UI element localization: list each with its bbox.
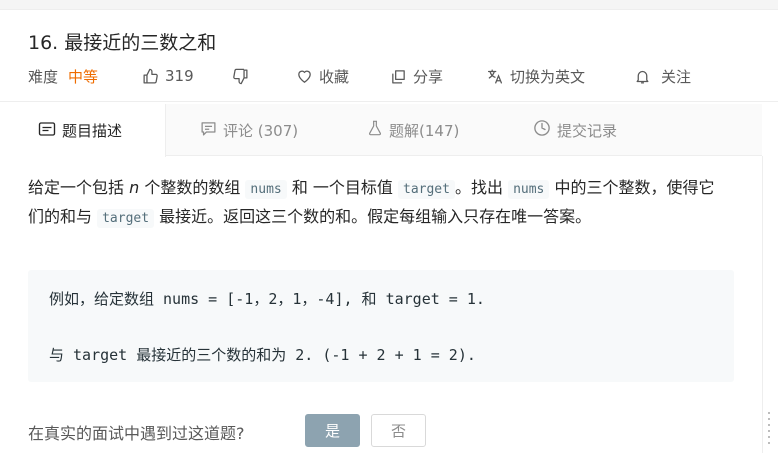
dislike-button[interactable] [232,65,249,87]
flask-icon [367,119,383,141]
example-line: 与 target 最接近的三个数的和为 2. (-1 + 2 + 1 = 2). [49,346,476,364]
desc-var-n: n [129,178,140,197]
switch-language-button[interactable]: 切换为英文 [486,65,585,87]
like-count: 319 [165,67,194,85]
thumbs-down-icon [232,68,249,85]
desc-text: 个整数的数组 [139,178,246,197]
comment-icon [200,120,217,141]
difficulty-value: 中等 [68,67,99,86]
interview-question: 在真实的面试中遇到过这道题? [28,424,245,443]
tab-solutions-label: 题解(147) [389,121,460,140]
favorite-button[interactable]: 收藏 [296,65,349,87]
tab-description-label: 题目描述 [62,122,123,140]
follow-button[interactable]: 关注 [634,65,691,87]
resize-handle[interactable] [768,412,771,452]
translate-icon [486,68,504,85]
share-icon [390,68,407,85]
inline-code: nums [508,180,550,199]
tab-comments-label: 评论 (307) [223,121,299,140]
tab-description[interactable]: 题目描述 [0,104,166,157]
tab-comments[interactable]: 评论 (307) [200,104,298,156]
inline-code: nums [245,180,287,199]
problem-title: 16. 最接近的三数之和 [28,32,217,54]
tab-submissions[interactable]: 提交记录 [533,104,617,156]
inline-code: target [398,180,455,199]
no-button[interactable]: 否 [371,414,426,447]
share-label: 分享 [413,67,444,86]
problem-description: 给定一个包括 n 个整数的数组 nums 和 一个目标值 target 。找出 n… [28,174,728,232]
problem-tabs: 题目描述 评论 (307) 题解(147) 提交记录 [0,104,762,157]
thumbs-up-icon [142,68,159,85]
tab-submissions-label: 提交记录 [557,121,618,140]
problem-content: 给定一个包括 n 个整数的数组 nums 和 一个目标值 target 。找出 n… [0,157,762,453]
problem-header: 16. 最接近的三数之和 难度 中等 319 收藏 分享 切换为英文 关注 [0,10,778,102]
bell-icon [634,68,651,85]
desc-text: 。找出 [454,178,509,197]
difficulty-label: 难度 [28,67,59,86]
desc-text: 和 一个目标值 [286,178,398,197]
example-line: 例如，给定数组 nums = [-1，2，1，-4], 和 target = 1… [49,290,485,308]
desc-text: 最接近。返回这三个数的和。假定每组输入只存在唯一答案。 [154,207,592,226]
heart-icon [296,68,313,85]
top-strip [0,0,778,10]
switch-language-label: 切换为英文 [510,67,586,86]
inline-code: target [97,209,155,228]
favorite-label: 收藏 [319,67,350,86]
tab-solutions[interactable]: 题解(147) [367,104,459,156]
share-button[interactable]: 分享 [390,65,443,87]
yes-button[interactable]: 是 [305,414,360,447]
difficulty: 难度 中等 [28,65,98,87]
example-block: 例如，给定数组 nums = [-1，2，1，-4], 和 target = 1… [28,270,734,382]
like-button[interactable]: 319 [142,65,194,87]
content-divider [762,156,763,453]
desc-text: 给定一个包括 [28,178,130,197]
problem-meta-bar: 难度 中等 319 收藏 分享 切换为英文 关注 [28,65,768,87]
description-icon [38,121,56,141]
clock-icon [533,119,551,141]
follow-label: 关注 [661,67,692,86]
